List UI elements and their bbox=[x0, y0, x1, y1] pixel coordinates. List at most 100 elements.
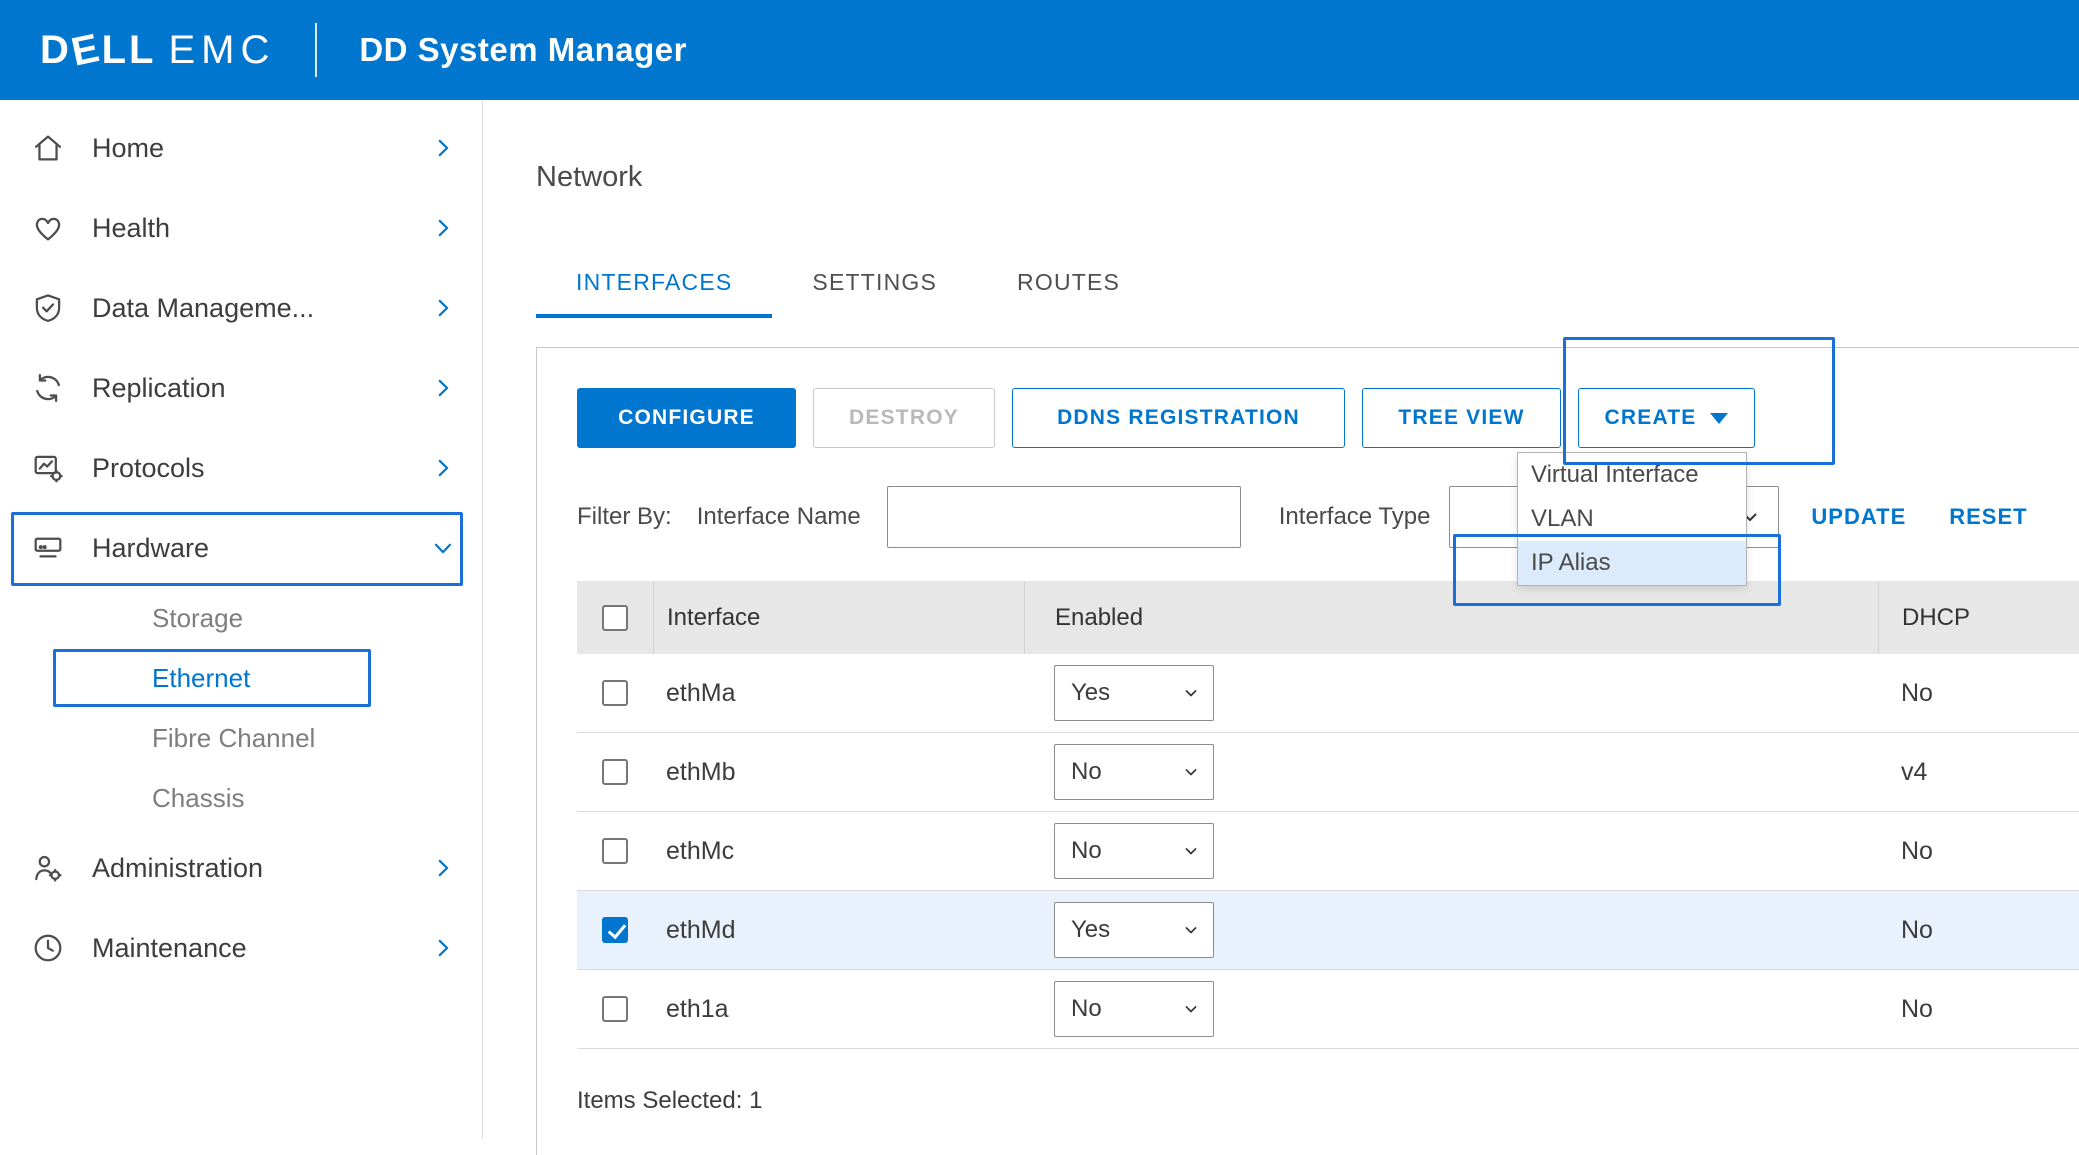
menu-item-vlan[interactable]: VLAN bbox=[1518, 497, 1746, 541]
menu-item-virtual-interface[interactable]: Virtual Interface bbox=[1518, 453, 1746, 497]
home-icon bbox=[28, 128, 68, 168]
create-button-label: CREATE bbox=[1605, 406, 1697, 430]
configure-button[interactable]: CONFIGURE bbox=[577, 388, 796, 448]
menu-item-ip-alias[interactable]: IP Alias bbox=[1518, 541, 1746, 585]
tab-routes[interactable]: ROUTES bbox=[977, 269, 1160, 318]
enabled-value: No bbox=[1071, 995, 1102, 1023]
chevron-right-icon bbox=[430, 135, 456, 161]
interface-name-input[interactable] bbox=[887, 486, 1241, 548]
select-all-checkbox[interactable] bbox=[602, 605, 628, 631]
protocols-icon bbox=[28, 448, 68, 488]
chevron-down-icon bbox=[1181, 762, 1201, 782]
sidebar-item-protocols[interactable]: Protocols bbox=[0, 428, 482, 508]
header-divider bbox=[315, 23, 317, 77]
filter-row: Filter By: Interface Name Interface Type… bbox=[577, 485, 2079, 549]
column-header-enabled: Enabled bbox=[1024, 581, 1878, 654]
toolbar: CONFIGURE DESTROY DDNS REGISTRATION TREE… bbox=[577, 388, 2079, 448]
create-menu: Virtual Interface VLAN IP Alias bbox=[1517, 452, 1747, 586]
chevron-right-icon bbox=[430, 295, 456, 321]
sidebar-item-label: Administration bbox=[92, 853, 430, 884]
dhcp-value: v4 bbox=[1878, 758, 2079, 787]
interface-name: ethMc bbox=[653, 837, 1024, 866]
sidebar-sub-label: Chassis bbox=[152, 783, 244, 814]
row-checkbox[interactable] bbox=[602, 680, 628, 706]
sidebar-item-home[interactable]: Home bbox=[0, 108, 482, 188]
sidebar-sub-label: Storage bbox=[152, 603, 243, 634]
sidebar-item-maintenance[interactable]: Maintenance bbox=[0, 908, 482, 988]
row-checkbox[interactable] bbox=[602, 759, 628, 785]
page-title: Network bbox=[536, 160, 2079, 194]
sidebar-item-chassis[interactable]: Chassis bbox=[0, 768, 482, 828]
dellemc-logo: DELL EMC bbox=[40, 28, 275, 73]
sidebar-item-label: Data Manageme... bbox=[92, 293, 430, 324]
interface-name: ethMd bbox=[653, 916, 1024, 945]
chevron-down-icon bbox=[1181, 841, 1201, 861]
ddns-registration-button[interactable]: DDNS REGISTRATION bbox=[1012, 388, 1345, 448]
chevron-right-icon bbox=[430, 375, 456, 401]
row-checkbox[interactable] bbox=[602, 917, 628, 943]
main-content: Network INTERFACES SETTINGS ROUTES CONFI… bbox=[483, 100, 2079, 1138]
dhcp-value: No bbox=[1878, 916, 2079, 945]
chevron-down-icon bbox=[1181, 920, 1201, 940]
interface-type-label: Interface Type bbox=[1279, 503, 1431, 531]
enabled-select[interactable]: No bbox=[1054, 744, 1214, 800]
chevron-down-icon bbox=[430, 535, 456, 561]
destroy-button[interactable]: DESTROY bbox=[813, 388, 995, 448]
row-checkbox[interactable] bbox=[602, 996, 628, 1022]
sidebar-item-label: Protocols bbox=[92, 453, 430, 484]
tree-view-button[interactable]: TREE VIEW bbox=[1362, 388, 1561, 448]
enabled-select[interactable]: Yes bbox=[1054, 902, 1214, 958]
enabled-select[interactable]: No bbox=[1054, 981, 1214, 1037]
items-selected-label: Items Selected: 1 bbox=[577, 1087, 2079, 1155]
chevron-right-icon bbox=[430, 855, 456, 881]
interfaces-panel: CONFIGURE DESTROY DDNS REGISTRATION TREE… bbox=[536, 347, 2079, 1155]
clock-icon bbox=[28, 928, 68, 968]
sidebar-item-label: Health bbox=[92, 213, 430, 244]
dhcp-value: No bbox=[1878, 995, 2079, 1024]
tab-settings[interactable]: SETTINGS bbox=[772, 269, 977, 318]
enabled-value: No bbox=[1071, 758, 1102, 786]
sidebar-item-ethernet[interactable]: Ethernet bbox=[0, 648, 482, 708]
shield-icon bbox=[28, 288, 68, 328]
sidebar-item-storage[interactable]: Storage bbox=[0, 588, 482, 648]
interface-name: eth1a bbox=[653, 995, 1024, 1024]
sidebar-sub-label: Fibre Channel bbox=[152, 723, 315, 754]
sidebar-item-health[interactable]: Health bbox=[0, 188, 482, 268]
app-header: DELL EMC DD System Manager bbox=[0, 0, 2079, 100]
sidebar-item-fibre-channel[interactable]: Fibre Channel bbox=[0, 708, 482, 768]
table-row: ethMb No v4 bbox=[577, 733, 2079, 812]
tab-bar: INTERFACES SETTINGS ROUTES bbox=[536, 269, 2079, 318]
chevron-down-icon bbox=[1181, 683, 1201, 703]
update-link[interactable]: UPDATE bbox=[1811, 504, 1906, 530]
interfaces-table: Interface Enabled DHCP ethMa Yes No bbox=[577, 581, 2079, 1049]
interface-name-label: Interface Name bbox=[697, 503, 861, 531]
sidebar-item-administration[interactable]: Administration bbox=[0, 828, 482, 908]
enabled-select[interactable]: Yes bbox=[1054, 665, 1214, 721]
table-row: ethMa Yes No bbox=[577, 654, 2079, 733]
person-gear-icon bbox=[28, 848, 68, 888]
sidebar-sub-label: Ethernet bbox=[152, 663, 250, 694]
filter-by-label: Filter By: bbox=[577, 503, 672, 531]
heart-icon bbox=[28, 208, 68, 248]
sidebar-item-data-management[interactable]: Data Manageme... bbox=[0, 268, 482, 348]
sidebar-item-hardware[interactable]: Hardware bbox=[0, 508, 482, 588]
row-checkbox[interactable] bbox=[602, 838, 628, 864]
create-button[interactable]: CREATE bbox=[1578, 388, 1755, 448]
sidebar-item-label: Replication bbox=[92, 373, 430, 404]
table-row: ethMd Yes No bbox=[577, 891, 2079, 970]
tab-interfaces[interactable]: INTERFACES bbox=[536, 269, 772, 318]
enabled-value: Yes bbox=[1071, 679, 1110, 707]
reset-link[interactable]: RESET bbox=[1949, 504, 2027, 530]
sidebar-item-label: Maintenance bbox=[92, 933, 430, 964]
chevron-right-icon bbox=[430, 455, 456, 481]
dhcp-value: No bbox=[1878, 837, 2079, 866]
dell-wordmark: DELL bbox=[40, 28, 156, 73]
enabled-select[interactable]: No bbox=[1054, 823, 1214, 879]
hardware-icon bbox=[28, 528, 68, 568]
caret-down-icon bbox=[1710, 413, 1728, 424]
chevron-right-icon bbox=[430, 935, 456, 961]
replication-icon bbox=[28, 368, 68, 408]
sidebar-item-replication[interactable]: Replication bbox=[0, 348, 482, 428]
column-header-dhcp: DHCP bbox=[1878, 581, 2079, 654]
enabled-value: Yes bbox=[1071, 916, 1110, 944]
